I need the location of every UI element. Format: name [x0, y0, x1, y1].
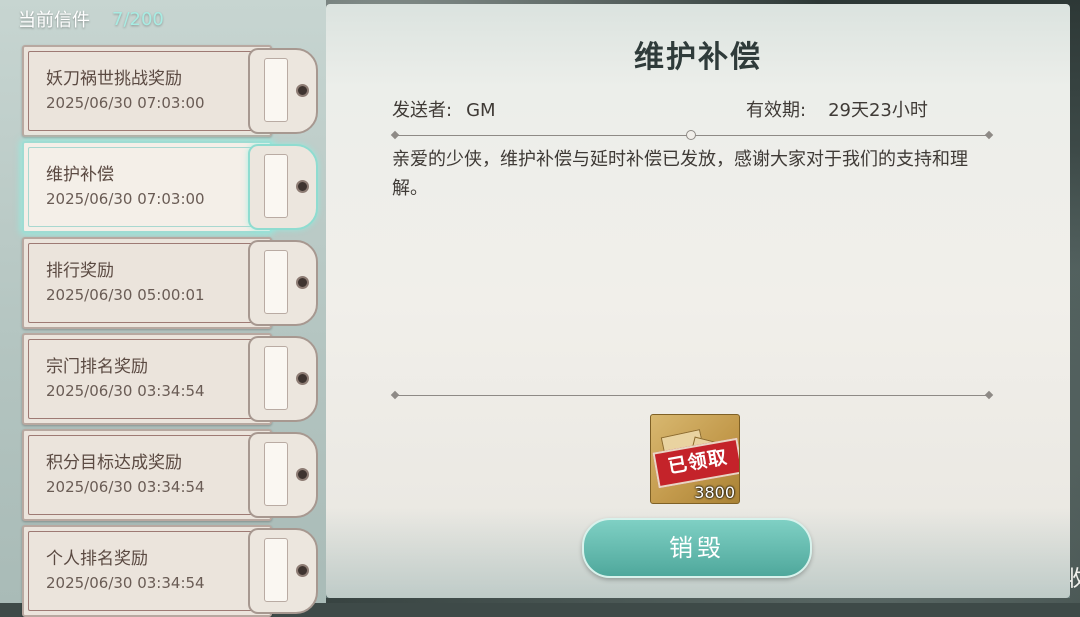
- sender-value: GM: [466, 100, 496, 121]
- validity-label: 有效期:: [746, 100, 807, 121]
- mail-card: 维护补偿 2025/06/30 07:03:00: [22, 141, 272, 233]
- mail-card: 个人排名奖励 2025/06/30 03:34:54: [22, 525, 272, 617]
- bottom-divider: [390, 390, 994, 402]
- sender-label: 发送者:: [392, 100, 453, 121]
- mail-card: 妖刀祸世挑战奖励 2025/06/30 07:03:00: [22, 45, 272, 137]
- letter-panel: 维护补偿 发送者: GM 有效期: 29天23小时 亲爱的少侠，维护补偿与延时补偿已…: [326, 4, 1070, 598]
- envelope-tab-icon: [248, 336, 318, 422]
- mail-date: 2025/06/30 03:34:54: [46, 382, 205, 400]
- envelope-tab-icon: [248, 432, 318, 518]
- mail-date: 2025/06/30 07:03:00: [46, 190, 205, 208]
- mail-item[interactable]: 妖刀祸世挑战奖励 2025/06/30 07:03:00: [22, 45, 326, 137]
- mail-item[interactable]: 积分目标达成奖励 2025/06/30 03:34:54: [22, 429, 326, 521]
- mail-list-title: 当前信件: [18, 10, 90, 31]
- envelope-tab-icon: [248, 240, 318, 326]
- mail-date: 2025/06/30 03:34:54: [46, 478, 205, 496]
- letter-title: 维护补偿: [634, 40, 762, 75]
- validity-row: 有效期: 29天23小时: [746, 96, 928, 122]
- reward-count: 3800: [694, 483, 735, 502]
- mail-list-panel: 当前信件 7/200 妖刀祸世挑战奖励 2025/06/30 07:03:00 …: [0, 0, 326, 617]
- mail-subject: 个人排名奖励: [46, 549, 148, 569]
- destroy-button[interactable]: 销毁: [582, 518, 812, 578]
- mail-list-header: 当前信件 7/200: [18, 6, 164, 32]
- sender-row: 发送者: GM: [392, 96, 496, 122]
- mail-date: 2025/06/30 05:00:01: [46, 286, 205, 304]
- envelope-tab-icon: [248, 144, 318, 230]
- envelope-tab-icon: [248, 528, 318, 614]
- mail-card: 积分目标达成奖励 2025/06/30 03:34:54: [22, 429, 272, 521]
- letter-body: 亲爱的少侠，维护补偿与延时补偿已发放，感谢大家对于我们的支持和理解。: [392, 149, 968, 199]
- mail-subject: 宗门排名奖励: [46, 357, 148, 377]
- mail-date: 2025/06/30 03:34:54: [46, 574, 205, 592]
- mail-subject: 积分目标达成奖励: [46, 453, 182, 473]
- mail-subject: 排行奖励: [46, 261, 114, 281]
- mail-card: 宗门排名奖励 2025/06/30 03:34:54: [22, 333, 272, 425]
- mail-item[interactable]: 宗门排名奖励 2025/06/30 03:34:54: [22, 333, 326, 425]
- envelope-tab-icon: [248, 48, 318, 134]
- validity-value: 29天23小时: [828, 100, 928, 121]
- mail-item-selected[interactable]: 维护补偿 2025/06/30 07:03:00: [22, 141, 326, 233]
- reward-item[interactable]: 已领取 3800: [650, 414, 740, 504]
- mail-item[interactable]: 个人排名奖励 2025/06/30 03:34:54: [22, 525, 326, 617]
- mail-subject: 维护补偿: [46, 165, 114, 185]
- mail-count: 7/200: [112, 8, 164, 30]
- mail-date: 2025/06/30 07:03:00: [46, 94, 205, 112]
- mail-card: 排行奖励 2025/06/30 05:00:01: [22, 237, 272, 329]
- mail-subject: 妖刀祸世挑战奖励: [46, 69, 182, 89]
- mail-item[interactable]: 排行奖励 2025/06/30 05:00:01: [22, 237, 326, 329]
- top-divider: [390, 130, 994, 142]
